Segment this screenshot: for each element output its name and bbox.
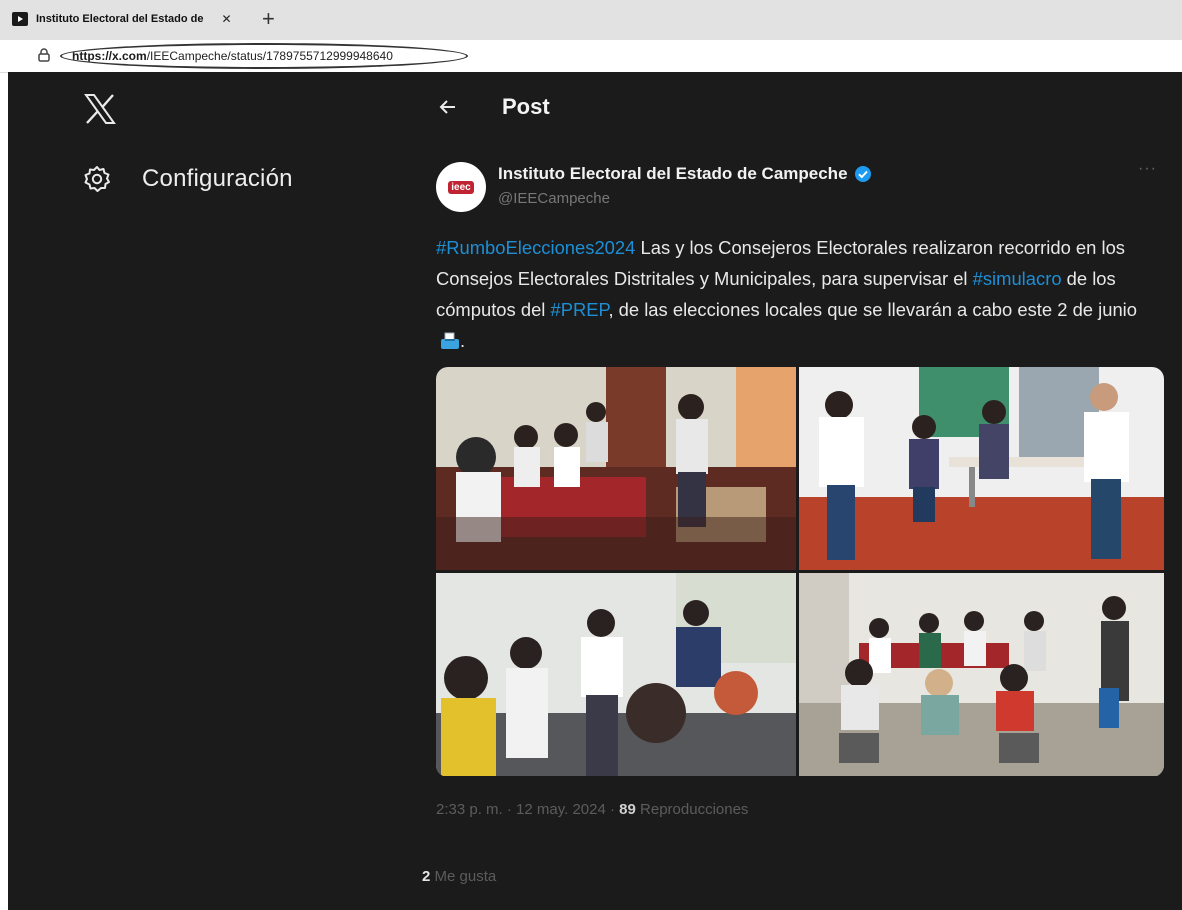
lock-icon: [38, 48, 50, 62]
plus-icon[interactable]: +: [262, 6, 275, 32]
post-media-grid: [436, 367, 1164, 777]
close-icon[interactable]: ✕: [221, 12, 231, 26]
author-name[interactable]: Instituto Electoral del Estado de Campec…: [498, 164, 872, 184]
photo-4-image: [799, 573, 1164, 776]
sidebar-item-label: Configuración: [142, 165, 293, 192]
post-header: Post: [438, 94, 550, 120]
x-logo-icon[interactable]: [84, 94, 116, 124]
photo-3-image: [436, 573, 796, 776]
gear-icon: [84, 166, 110, 192]
views-count: 89: [619, 801, 636, 818]
url-scheme: https://: [72, 49, 112, 63]
url-host: x.com: [112, 49, 147, 63]
post-photo-4[interactable]: [799, 573, 1164, 776]
post-meta: 2:33 p. m. · 12 may. 2024 · 89 Reproducc…: [436, 801, 748, 818]
meta-separator: ·: [610, 801, 615, 818]
hashtag-rumbo-elecciones[interactable]: #RumboElecciones2024: [436, 237, 635, 258]
likes-stat[interactable]: 2 Me gusta: [422, 868, 496, 885]
favicon-icon: [12, 12, 28, 26]
post-text-part: .: [460, 330, 466, 351]
post-text-part: , de las elecciones locales que se lleva…: [608, 299, 1137, 320]
more-icon[interactable]: ···: [1138, 160, 1157, 178]
verified-badge-icon: [854, 166, 871, 182]
hashtag-prep[interactable]: #PREP: [551, 299, 609, 320]
post-photo-1[interactable]: [436, 367, 796, 570]
post-time[interactable]: 2:33 p. m.: [436, 801, 503, 818]
author-name-text: Instituto Electoral del Estado de Campec…: [498, 164, 848, 183]
post-photo-2[interactable]: [799, 367, 1164, 570]
tab-title: Instituto Electoral del Estado de: [36, 13, 204, 25]
browser-tab[interactable]: Instituto Electoral del Estado de ✕: [0, 4, 248, 34]
back-arrow-icon[interactable]: [438, 97, 458, 117]
hashtag-simulacro[interactable]: #simulacro: [973, 268, 1062, 289]
likes-count: 2: [422, 868, 431, 885]
meta-separator: ·: [506, 801, 512, 818]
x-page: Configuración Post ieec Instituto Electo…: [8, 72, 1182, 910]
post-text: #RumboElecciones2024 Las y los Consejero…: [436, 232, 1156, 356]
post-photo-3[interactable]: [436, 573, 796, 776]
url-field[interactable]: https://x.com/IEECampeche/status/1789755…: [60, 43, 468, 69]
url-path: /IEECampeche/status/1789755712999948640: [146, 49, 393, 63]
page-title: Post: [502, 94, 550, 119]
author-handle[interactable]: @IEECampeche: [498, 190, 610, 207]
ballot-box-icon: [441, 332, 459, 349]
avatar[interactable]: ieec: [436, 162, 486, 212]
post-date[interactable]: 12 may. 2024: [516, 801, 606, 818]
photo-2-image: [799, 367, 1164, 570]
photo-1-image: [436, 367, 796, 570]
views-label: Reproducciones: [640, 801, 749, 818]
browser-tab-bar: Instituto Electoral del Estado de ✕ +: [0, 0, 1182, 40]
likes-label: Me gusta: [434, 868, 497, 885]
sidebar-item-settings[interactable]: Configuración: [82, 164, 293, 194]
avatar-logo-text: ieec: [448, 180, 474, 194]
